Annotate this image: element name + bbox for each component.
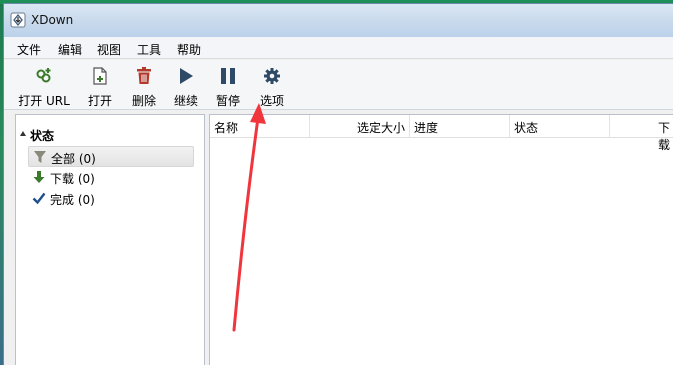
tree-header-status[interactable]: 状态 <box>30 127 54 144</box>
trash-icon <box>137 67 151 84</box>
open-label: 打开 <box>87 94 112 108</box>
column-header-label: 选定大小 <box>356 121 405 135</box>
open-button[interactable]: 打开 <box>82 64 118 108</box>
tree-item-completed[interactable]: 完成 (0) <box>28 188 194 209</box>
play-icon <box>180 68 193 84</box>
options-label: 选项 <box>259 94 284 108</box>
app-logo-icon <box>10 12 26 28</box>
toolbar: 打开 URL 打开 删除 继续 暂停 选项 <box>4 60 673 110</box>
download-arrow-icon <box>33 171 45 183</box>
column-header-name[interactable]: 名称 <box>210 115 310 137</box>
resume-button[interactable]: 继续 <box>168 64 204 108</box>
gear-icon <box>264 68 280 84</box>
resume-label: 继续 <box>173 94 198 108</box>
tree-item-label: 完成 (0) <box>50 193 95 207</box>
menu-tools[interactable]: 工具 <box>137 41 161 58</box>
tree-item-label: 全部 (0) <box>51 152 96 166</box>
tree-item-label: 下载 (0) <box>50 172 95 186</box>
open-file-icon <box>93 67 107 85</box>
menu-file[interactable]: 文件 <box>17 41 41 58</box>
collapse-arrow-icon[interactable] <box>20 131 26 136</box>
checkmark-icon <box>32 192 46 205</box>
column-header-label: 进度 <box>414 121 439 135</box>
pause-button[interactable]: 暂停 <box>210 64 246 108</box>
column-header-label: 名称 <box>214 121 239 135</box>
column-header-progress[interactable]: 进度 <box>410 115 510 137</box>
menu-edit[interactable]: 编辑 <box>58 41 82 58</box>
column-header-status[interactable]: 状态 <box>510 115 610 137</box>
options-button[interactable]: 选项 <box>254 64 290 108</box>
open-url-label: 打开 URL <box>18 94 70 108</box>
delete-label: 删除 <box>131 94 156 108</box>
open-url-icon <box>36 68 51 83</box>
app-window: XDown 文件 编辑 视图 工具 帮助 打开 URL 打开 删除 继续 暂停 … <box>3 3 673 365</box>
title-bar[interactable]: XDown <box>4 4 673 37</box>
delete-button[interactable]: 删除 <box>126 64 162 108</box>
menu-bar: 文件 编辑 视图 工具 帮助 <box>4 37 673 59</box>
download-list: 名称 选定大小 进度 状态 下载 <box>209 114 673 365</box>
column-header-label: 状态 <box>514 121 539 135</box>
pause-icon <box>221 68 235 84</box>
main-content: 状态 全部 (0) 下载 (0) 完成 (0) 名称 选定大小 进度 状态 下载 <box>15 114 673 365</box>
filter-icon <box>34 151 46 163</box>
window-title: XDown <box>31 13 74 27</box>
status-tree: 状态 全部 (0) 下载 (0) 完成 (0) <box>15 114 205 365</box>
menu-help[interactable]: 帮助 <box>177 41 201 58</box>
open-url-button[interactable]: 打开 URL <box>14 64 74 108</box>
column-header-download[interactable]: 下载 <box>610 115 673 152</box>
column-header-size[interactable]: 选定大小 <box>310 115 410 137</box>
menu-view[interactable]: 视图 <box>97 41 121 58</box>
tree-item-all[interactable]: 全部 (0) <box>28 146 194 167</box>
column-header-label: 下载 <box>658 121 671 152</box>
header-divider <box>210 137 673 138</box>
tree-item-downloading[interactable]: 下载 (0) <box>28 167 194 188</box>
pause-label: 暂停 <box>215 94 240 108</box>
